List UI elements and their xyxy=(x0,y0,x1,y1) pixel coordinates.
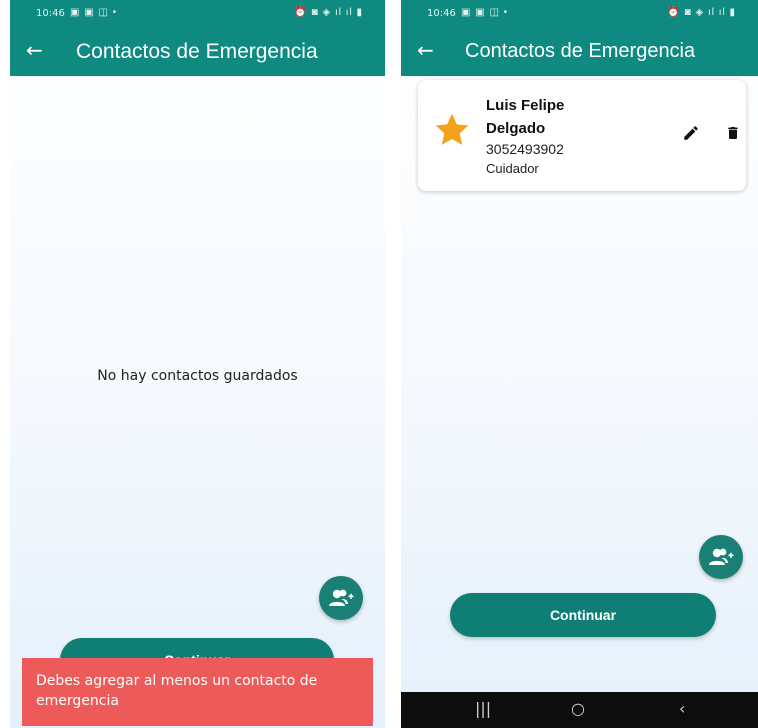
notification-icons: ▣ ▣ ◫ • xyxy=(461,7,509,18)
error-snackbar: Debes agregar al menos un contacto de em… xyxy=(22,658,373,726)
app-bar: ← Contactos de Emergencia xyxy=(401,26,758,76)
status-time: 10:46 xyxy=(36,8,65,19)
notification-icons: ▣ ▣ ◫ • xyxy=(70,7,118,18)
system-status-icons: ⏰ ◙ ◈ ıl ıl ▮ xyxy=(294,7,363,18)
home-icon[interactable]: ○ xyxy=(571,699,585,718)
page-title: Contactos de Emergencia xyxy=(465,40,696,62)
add-contact-button[interactable] xyxy=(319,576,363,620)
screen-body: No hay contactos guardados xyxy=(10,76,385,728)
contact-relation: Cuidador xyxy=(486,161,539,176)
recents-icon[interactable]: ||| xyxy=(475,699,491,718)
system-status-icons: ⏰ ◙ ◈ ıl ıl ▮ xyxy=(667,7,736,18)
delete-icon[interactable] xyxy=(725,124,741,142)
right-screen: 10:46 ▣ ▣ ◫ • ⏰ ◙ ◈ ıl ıl ▮ ← Contactos … xyxy=(401,0,758,728)
app-bar: ← Contactos de Emergencia xyxy=(10,26,385,76)
status-time: 10:46 xyxy=(427,8,456,19)
empty-state-message: No hay contactos guardados xyxy=(97,368,298,384)
add-contact-button[interactable] xyxy=(699,535,743,579)
back-arrow-icon[interactable]: ← xyxy=(417,39,434,61)
contact-phone: 3052493902 xyxy=(486,141,564,157)
page-title: Contactos de Emergencia xyxy=(76,40,318,63)
status-bar: 10:46 ▣ ▣ ◫ • ⏰ ◙ ◈ ıl ıl ▮ xyxy=(401,0,758,26)
contact-name: Luis Felipe Delgado xyxy=(486,97,565,137)
edit-icon[interactable] xyxy=(682,124,700,142)
star-icon[interactable] xyxy=(432,110,472,150)
continue-button[interactable]: Continuar xyxy=(450,593,716,637)
nav-back-icon[interactable]: ‹ xyxy=(679,699,685,718)
left-screen: 10:46 ▣ ▣ ◫ • ⏰ ◙ ◈ ıl ıl ▮ ← Contactos … xyxy=(10,0,385,728)
add-person-icon xyxy=(329,589,354,606)
system-nav-bar: ||| ○ ‹ xyxy=(401,692,758,728)
add-person-icon xyxy=(709,548,734,565)
back-arrow-icon[interactable]: ← xyxy=(26,39,43,61)
contact-card[interactable]: Luis Felipe Delgado 3052493902 Cuidador xyxy=(418,80,746,191)
status-bar: 10:46 ▣ ▣ ◫ • ⏰ ◙ ◈ ıl ıl ▮ xyxy=(10,0,385,26)
